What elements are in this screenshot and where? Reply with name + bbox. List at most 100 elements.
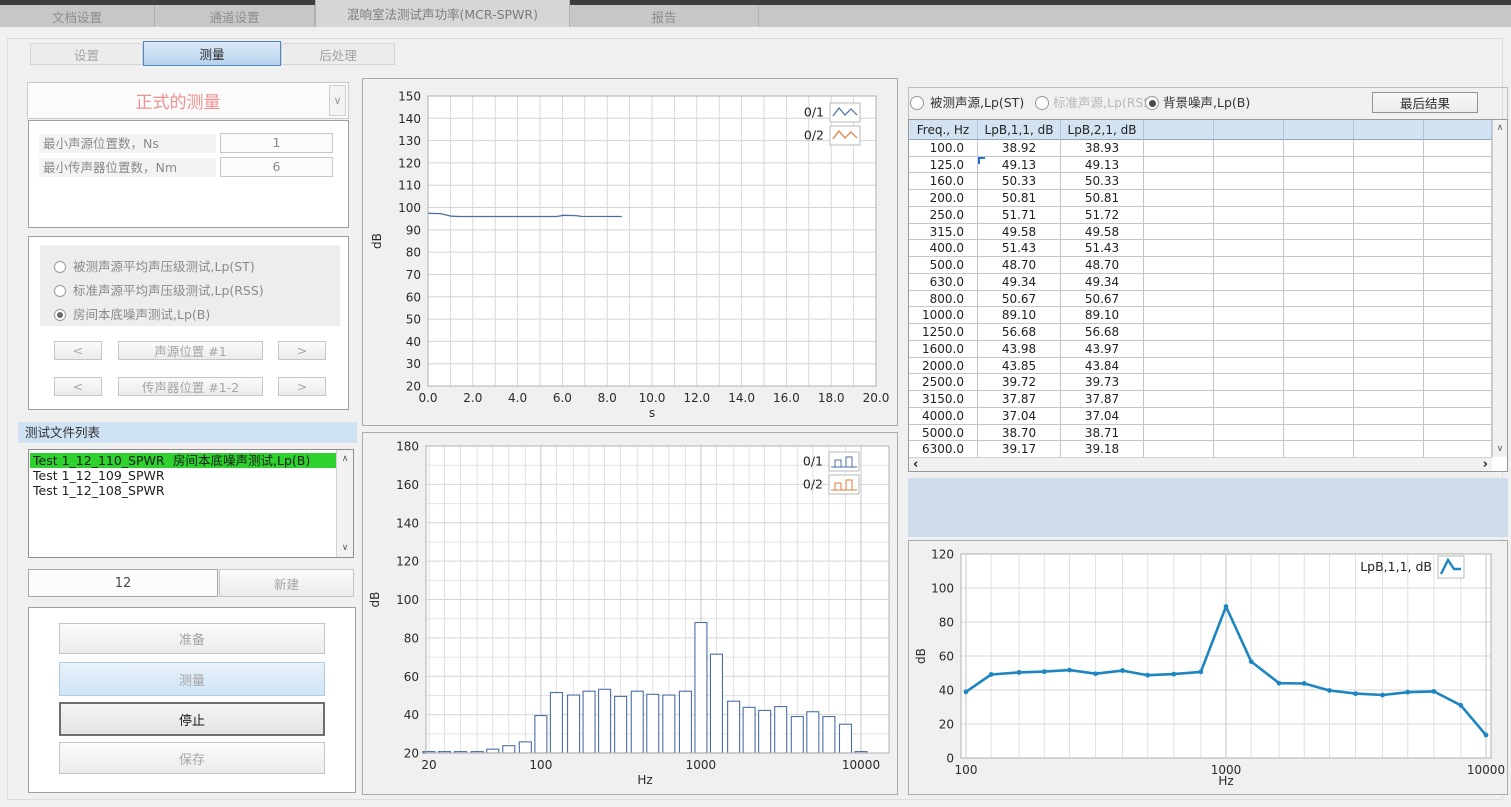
final-result-button[interactable]: 最后结果 [1372, 92, 1478, 113]
position-label-button[interactable]: 传声器位置 #1-2 [118, 377, 263, 396]
sub-tab-measure[interactable]: 测量 [143, 41, 281, 66]
table-cell: 49.58 [1061, 224, 1144, 241]
table-cell [1144, 441, 1214, 458]
table-row[interactable]: 400.051.4351.43 [909, 240, 1492, 257]
test-option-radio[interactable] [54, 261, 66, 273]
svg-text:dB: dB [368, 592, 382, 608]
table-vertical-scrollbar[interactable]: ∧ ∨ [1492, 120, 1507, 457]
table-cell: 48.70 [978, 257, 1061, 274]
sub-tab-settings[interactable]: 设置 [30, 43, 143, 65]
table-cell [1354, 425, 1424, 442]
test-option-label: 标准声源平均声压级测试,Lp(RSS) [73, 283, 264, 299]
table-cell [1214, 140, 1284, 157]
param-input[interactable]: 6 [220, 157, 333, 177]
table-cell [1144, 173, 1214, 190]
scroll-down-icon[interactable]: ∨ [1493, 444, 1507, 454]
table-cell [1284, 173, 1354, 190]
table-cell [1424, 324, 1492, 341]
table-horizontal-scrollbar[interactable]: ‹ › [909, 457, 1492, 471]
table-row[interactable]: 2000.043.8543.84 [909, 358, 1492, 375]
scroll-up-icon[interactable]: ∧ [1493, 123, 1507, 133]
new-file-button[interactable]: 新建 [219, 569, 354, 597]
file-list-item[interactable]: Test 1_12_109_SPWR [30, 468, 336, 483]
svg-text:120: 120 [398, 156, 421, 170]
chevron-down-icon[interactable]: ∨ [329, 85, 346, 116]
source-lpst-radio[interactable] [910, 96, 924, 110]
table-cell [1284, 157, 1354, 174]
table-cell: 315.0 [909, 224, 978, 241]
scroll-left-icon[interactable]: ‹ [913, 458, 918, 471]
table-row[interactable]: 125.049.1349.13 [909, 157, 1492, 174]
position-next-button[interactable]: > [278, 377, 326, 396]
table-cell [1354, 291, 1424, 308]
test-option-radio[interactable] [54, 285, 66, 297]
main-tab-channel-settings[interactable]: 通道设置 [155, 5, 315, 27]
main-tab-report[interactable]: 报告 [570, 5, 759, 27]
table-cell [1284, 374, 1354, 391]
measure-button[interactable]: 测量 [59, 662, 325, 696]
param-input[interactable]: 1 [220, 133, 333, 153]
table-cell [1214, 240, 1284, 257]
table-cell: 39.17 [978, 441, 1061, 458]
table-cell [1214, 324, 1284, 341]
table-cell: 160.0 [909, 173, 978, 190]
svg-text:LpB,1,1, dB: LpB,1,1, dB [1360, 559, 1432, 574]
table-cell [1424, 140, 1492, 157]
table-cell [1214, 374, 1284, 391]
position-label-button[interactable]: 声源位置 #1 [118, 341, 263, 360]
table-cell: 2500.0 [909, 374, 978, 391]
table-row[interactable]: 4000.037.0437.04 [909, 408, 1492, 425]
measurement-mode-select[interactable]: 正式的测量 ∨ [27, 82, 349, 119]
svg-text:30: 30 [406, 357, 421, 371]
table-cell: 38.93 [1061, 140, 1144, 157]
svg-text:20: 20 [421, 758, 436, 772]
stop-button[interactable]: 停止 [59, 702, 325, 736]
scroll-down-icon[interactable]: ∨ [337, 543, 353, 553]
result-chart-panel: 020406080100120100100010000HzdBLpB,1,1, … [908, 540, 1508, 795]
table-cell: 50.67 [978, 291, 1061, 308]
file-list-scrollbar[interactable]: ∧∨ [336, 450, 353, 557]
source-lpb-radio[interactable] [1145, 96, 1159, 110]
prepare-button[interactable]: 准备 [59, 623, 325, 654]
table-row[interactable]: 3150.037.8737.87 [909, 391, 1492, 408]
table-row[interactable]: 2500.039.7239.73 [909, 374, 1492, 391]
table-row[interactable]: 6300.039.1739.18 [909, 441, 1492, 458]
position-prev-button[interactable]: < [54, 341, 102, 360]
table-row[interactable]: 1250.056.6856.68 [909, 324, 1492, 341]
table-cell [1354, 441, 1424, 458]
save-button[interactable]: 保存 [59, 742, 325, 774]
file-list-item[interactable]: Test 1_12_110_SPWR房间本底噪声测试,Lp(B) [30, 453, 336, 468]
main-tab-mcr-spwr[interactable]: 混响室法测试声功率(MCR-SPWR) [315, 0, 570, 27]
table-row[interactable]: 5000.038.7038.71 [909, 425, 1492, 442]
table-row[interactable]: 315.049.5849.58 [909, 224, 1492, 241]
table-row[interactable]: 160.050.3350.33 [909, 173, 1492, 190]
table-row[interactable]: 250.051.7151.72 [909, 207, 1492, 224]
svg-text:120: 120 [396, 555, 419, 569]
table-row[interactable]: 500.048.7048.70 [909, 257, 1492, 274]
svg-text:80: 80 [404, 631, 419, 645]
position-next-button[interactable]: > [278, 341, 326, 360]
scroll-right-icon[interactable]: › [1483, 458, 1488, 471]
table-row[interactable]: 800.050.6750.67 [909, 291, 1492, 308]
position-prev-button[interactable]: < [54, 377, 102, 396]
table-row[interactable]: 200.050.8150.81 [909, 190, 1492, 207]
test-option-label: 房间本底噪声测试,Lp(B) [73, 307, 210, 323]
table-cell [1144, 374, 1214, 391]
table-cell [1354, 307, 1424, 324]
table-row[interactable]: 1000.089.1089.10 [909, 307, 1492, 324]
svg-text:0/1: 0/1 [804, 105, 824, 120]
source-lprss-radio[interactable] [1035, 96, 1049, 110]
table-row[interactable]: 100.038.9238.93 [909, 140, 1492, 157]
scroll-up-icon[interactable]: ∧ [337, 454, 353, 464]
test-file-list[interactable]: Test 1_12_110_SPWR房间本底噪声测试,Lp(B)Test 1_1… [28, 449, 354, 558]
test-option-radio[interactable] [54, 309, 66, 321]
main-tab-document-settings[interactable]: 文档设置 [0, 5, 155, 27]
table-row[interactable]: 630.049.3449.34 [909, 274, 1492, 291]
svg-text:180: 180 [396, 440, 419, 454]
counter-button[interactable]: 12 [28, 569, 218, 597]
table-row[interactable]: 1600.043.9843.97 [909, 341, 1492, 358]
sub-tab-post-process[interactable]: 后处理 [281, 43, 395, 65]
file-list-item[interactable]: Test 1_12_108_SPWR [30, 483, 336, 498]
svg-text:40: 40 [406, 335, 421, 349]
table-cell [1354, 358, 1424, 375]
